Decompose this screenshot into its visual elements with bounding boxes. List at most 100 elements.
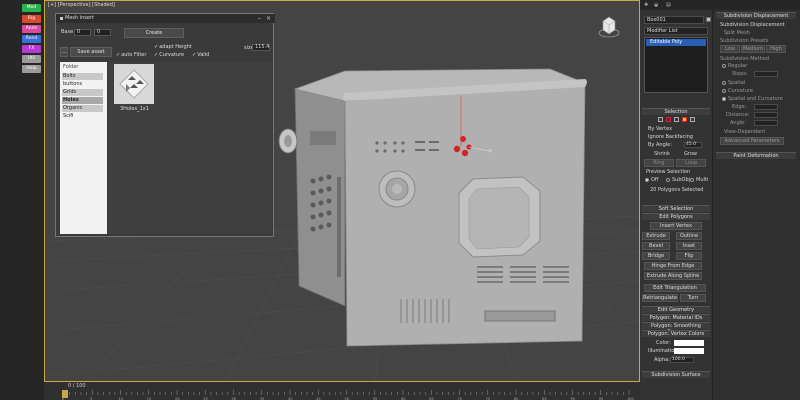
edge-spinner[interactable] xyxy=(754,104,778,110)
modifier-list-dropdown[interactable]: Modifier List xyxy=(644,27,708,35)
element-mode-icon[interactable] xyxy=(690,117,695,122)
edit-geometry-rollout[interactable]: Edit Geometry xyxy=(642,306,710,313)
regular-radio[interactable] xyxy=(722,64,726,68)
object-color-swatch[interactable] xyxy=(706,17,711,22)
smoothing-groups-rollout[interactable]: Polygon: Smoothing Groups xyxy=(642,322,710,335)
bevel-button[interactable]: Bevel xyxy=(642,242,670,250)
subdivision-method-label: Subdivision Method xyxy=(720,56,769,62)
extrude-button[interactable]: Extrude xyxy=(642,232,670,240)
tool-button-mod[interactable]: Mod xyxy=(22,4,41,12)
grow-button[interactable]: Grow xyxy=(684,151,697,157)
view-dependent-checkbox[interactable]: View-Dependent xyxy=(724,129,765,135)
tool-button-help[interactable]: Help xyxy=(22,65,41,73)
base-spinner-a[interactable]: 0 xyxy=(74,29,91,36)
by-angle-spinner[interactable]: 45.0 xyxy=(684,142,702,148)
object-name-field[interactable]: Box001 xyxy=(644,16,704,24)
stack-item-editable-poly[interactable]: Editable Poly xyxy=(646,39,706,46)
preview-multi-radio[interactable] xyxy=(690,178,694,182)
preset-low-button[interactable]: Low xyxy=(720,45,740,53)
flip-button[interactable]: Flip xyxy=(676,252,702,260)
insert-vertex-button[interactable]: Insert Vertex xyxy=(650,222,702,230)
alpha-spinner[interactable]: 100.0 xyxy=(670,357,694,363)
size-spinner[interactable]: 115.4 xyxy=(252,44,270,51)
folder-item-scifi[interactable]: Scifi xyxy=(62,113,103,120)
preset-high-button[interactable]: High xyxy=(766,45,786,53)
dialog-title: Mesh insert xyxy=(56,14,275,23)
by-vertex-checkbox[interactable]: By Vertex xyxy=(648,126,672,132)
asset-thumbnail[interactable] xyxy=(114,64,154,104)
steps-spinner[interactable] xyxy=(754,71,778,77)
minimize-icon[interactable]: – xyxy=(256,15,263,22)
distance-spinner[interactable] xyxy=(754,112,778,118)
soft-selection-rollout[interactable]: Soft Selection xyxy=(642,205,710,212)
folder-item-holes[interactable]: Holes xyxy=(62,97,103,104)
folder-item-bolts[interactable]: Bolts xyxy=(62,73,103,80)
spatial-curvature-radio[interactable] xyxy=(722,97,726,101)
folder-item-organic[interactable]: Organic xyxy=(62,105,103,112)
selection-rollout[interactable]: Selection xyxy=(642,108,710,115)
shrink-button[interactable]: Shrink xyxy=(654,151,670,157)
adapt-height-checkbox[interactable]: adapt Height xyxy=(154,44,192,50)
base-spinner-b[interactable]: 0 xyxy=(94,29,111,36)
paint-deformation-rollout[interactable]: Paint Deformation xyxy=(716,152,796,159)
curvature-checkbox[interactable]: Curvature xyxy=(154,52,184,58)
distance-label: Distance: xyxy=(726,112,750,118)
spatial-radio[interactable] xyxy=(722,81,726,85)
preview-off-radio[interactable] xyxy=(645,178,649,182)
folder-item-grids[interactable]: Grids xyxy=(62,89,103,96)
browse-button[interactable]: ... xyxy=(60,47,68,57)
curvature-radio[interactable] xyxy=(722,89,726,93)
tool-button-rend[interactable]: Rend xyxy=(22,35,41,43)
timeline-ticks: 0 5 10 15 20 25 30 35 40 45 50 55 60 65 70 75 80 85 90 95 10… xyxy=(62,390,634,400)
illumination-swatch[interactable] xyxy=(674,348,704,354)
subdiv-disp-checkbox[interactable]: Subdivision Displacement xyxy=(720,22,785,28)
turn-button[interactable]: Turn xyxy=(680,294,706,302)
subdivision-surface-rollout[interactable]: Subdivision Surface xyxy=(642,371,710,378)
inset-button[interactable]: Inset xyxy=(676,242,702,250)
subdivision-displacement-rollout[interactable]: Subdivision Displacement xyxy=(716,12,796,19)
ignore-backfacing-checkbox[interactable]: Ignore Backfacing xyxy=(648,134,693,140)
mesh-insert-dialog: Mesh insert ▪ – × Base 0 0 Create ... Sa… xyxy=(55,13,275,237)
border-mode-icon[interactable] xyxy=(674,117,679,122)
angle-spinner[interactable] xyxy=(754,120,778,126)
color-swatch[interactable] xyxy=(674,340,704,346)
preview-subobj-radio[interactable] xyxy=(666,178,670,182)
preset-medium-button[interactable]: Medium xyxy=(741,45,765,53)
create-button[interactable]: Create xyxy=(124,28,184,38)
tool-button-util[interactable]: Util xyxy=(22,55,41,63)
tool-button-fx[interactable]: FX xyxy=(22,45,41,53)
hierarchy-tab-icon[interactable]: ▤ xyxy=(666,2,671,8)
base-label: Base xyxy=(61,29,74,35)
ring-button[interactable]: Ring xyxy=(644,159,674,167)
folder-item-buttons[interactable]: buttons xyxy=(62,81,103,88)
hinge-from-edge-button[interactable]: Hinge From Edge xyxy=(644,262,702,270)
vertex-mode-icon[interactable] xyxy=(658,117,663,122)
outline-button[interactable]: Outline xyxy=(676,232,702,240)
timeline[interactable]: 0 / 100 0 5 10 15 20 25 30 35 40 45 50 55 60 65 70 75 80… xyxy=(44,382,640,400)
edit-triangulation-button[interactable]: Edit Triangulation xyxy=(644,284,706,292)
tool-button-anim[interactable]: Anim xyxy=(22,25,41,33)
loop-button[interactable]: Loop xyxy=(676,159,706,167)
edge-mode-icon[interactable] xyxy=(666,117,671,122)
bridge-button[interactable]: Bridge xyxy=(642,252,670,260)
close-icon[interactable]: × xyxy=(265,15,272,22)
retriangulate-button[interactable]: Retriangulate xyxy=(642,294,678,302)
advanced-parameters-button[interactable]: Advanced Parameters xyxy=(720,137,784,145)
polygon-mode-icon[interactable] xyxy=(682,117,687,122)
bottom-slot xyxy=(484,310,556,322)
valid-checkbox[interactable]: Valid xyxy=(192,52,209,58)
material-ids-rollout[interactable]: Polygon: Material IDs xyxy=(642,314,710,321)
save-asset-button[interactable]: Save asset xyxy=(70,47,112,57)
by-angle-checkbox[interactable]: By Angle: xyxy=(648,142,672,148)
curvature-label: Curvature xyxy=(728,88,753,94)
vertex-colors-rollout[interactable]: Polygon: Vertex Colors xyxy=(642,330,710,337)
auto-filter-checkbox[interactable]: auto Filter xyxy=(116,52,146,58)
viewport-label[interactable]: [+] [Perspective] [Shaded] xyxy=(48,2,115,8)
modifier-stack: Editable Poly xyxy=(644,37,708,93)
extrude-along-spline-button[interactable]: Extrude Along Spline xyxy=(644,272,702,280)
edit-polygons-rollout[interactable]: Edit Polygons xyxy=(642,213,710,220)
tool-button-rig[interactable]: Rig xyxy=(22,15,41,23)
create-tab-icon[interactable]: ✚ xyxy=(644,2,648,8)
modify-tab-icon[interactable]: ◒ xyxy=(654,2,658,8)
split-mesh-checkbox[interactable]: Split Mesh xyxy=(724,30,750,36)
